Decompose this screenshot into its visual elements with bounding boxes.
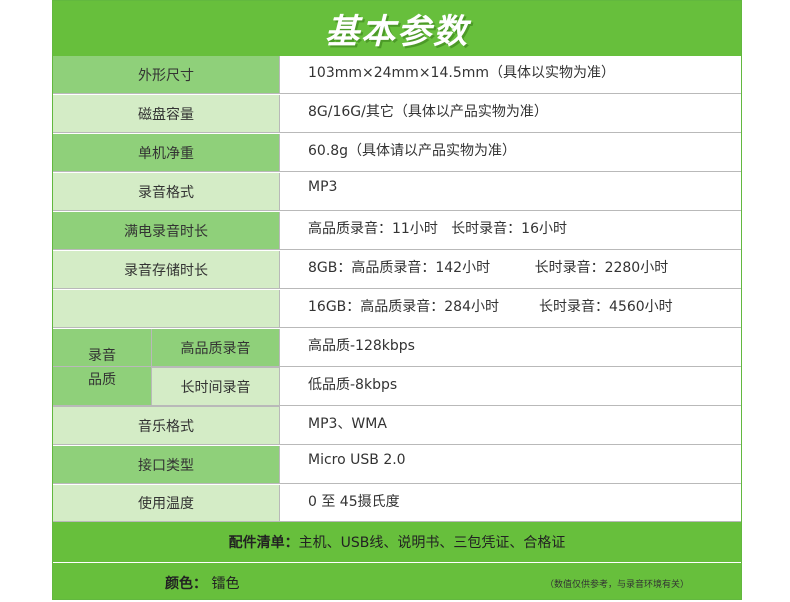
row-value: Micro USB 2.0 [308, 452, 406, 468]
spec-row-dimensions: 外形尺寸 103mm×24mm×14.5mm（具体以实物为准） [53, 56, 741, 94]
row-value: MP3 [308, 179, 338, 195]
page-title: 基本参数 [325, 12, 469, 52]
color-block: 颜色： 镭色 [165, 573, 239, 593]
color-label: 颜色： [165, 576, 207, 592]
row-value: 103mm×24mm×14.5mm（具体以实物为准） [308, 65, 615, 81]
row-label: 满电录音时长 [53, 212, 280, 249]
spec-row-high-quality: 高品质-128kbps [53, 329, 741, 367]
row-value: 16GB：高品质录音：284小时 长时录音：4560小时 [308, 299, 673, 315]
accessories-label: 配件清单： [228, 535, 299, 551]
spec-row-weight: 单机净重 60.8g（具体请以产品实物为准） [53, 134, 741, 172]
row-value: 60.8g（具体请以产品实物为准） [308, 143, 517, 159]
spec-row-record-format: 录音格式 MP3 [53, 173, 741, 211]
row-label: 接口类型 [53, 446, 280, 483]
row-value: 高品质-128kbps [308, 338, 415, 354]
row-value: 8GB：高品质录音：142小时 长时录音：2280小时 [308, 260, 669, 276]
spec-row-capacity: 磁盘容量 8G/16G/其它（具体以产品实物为准） [53, 95, 741, 133]
title-bar: 基本参数 [53, 1, 741, 56]
row-value: 低品质-8kbps [308, 377, 398, 393]
spec-row-full-charge-time: 满电录音时长 高品质录音：11小时 长时录音：16小时 [53, 212, 741, 250]
row-label: 音乐格式 [53, 407, 280, 444]
row-label: 使用温度 [53, 485, 280, 521]
row-value: 高品质录音：11小时 长时录音：16小时 [308, 221, 567, 237]
accessories-bar: 配件清单： 主机、USB线、说明书、三包凭证、合格证 [53, 522, 741, 562]
row-value: MP3、WMA [308, 416, 387, 432]
spec-row-long-time: 低品质-8kbps [53, 368, 741, 406]
row-label: 单机净重 [53, 134, 280, 171]
row-label: 外形尺寸 [53, 56, 280, 93]
spec-row-interface: 接口类型 Micro USB 2.0 [53, 446, 741, 484]
row-label: 录音格式 [53, 173, 280, 210]
spec-row-storage-time-16gb: 16GB：高品质录音：284小时 长时录音：4560小时 [53, 290, 741, 328]
color-bar: 颜色： 镭色 （数值仅供参考，与录音环境有关） [53, 563, 741, 599]
reference-note: （数值仅供参考，与录音环境有关） [544, 580, 689, 590]
spec-row-music-format: 音乐格式 MP3、WMA [53, 407, 741, 445]
row-label [53, 290, 280, 327]
spec-row-storage-time-8gb: 录音存储时长 8GB：高品质录音：142小时 长时录音：2280小时 [53, 251, 741, 289]
row-label: 录音存储时长 [53, 251, 280, 288]
spec-row-temperature: 使用温度 0 至 45摄氏度 [53, 485, 741, 522]
row-value: 0 至 45摄氏度 [308, 494, 400, 510]
color-value: 镭色 [211, 576, 240, 592]
accessories-value: 主机、USB线、说明书、三包凭证、合格证 [298, 535, 566, 551]
row-label: 磁盘容量 [53, 95, 280, 132]
row-value: 8G/16G/其它（具体以产品实物为准） [308, 104, 548, 120]
spec-sheet: 基本参数 外形尺寸 103mm×24mm×14.5mm（具体以实物为准） 磁盘容… [52, 0, 742, 600]
